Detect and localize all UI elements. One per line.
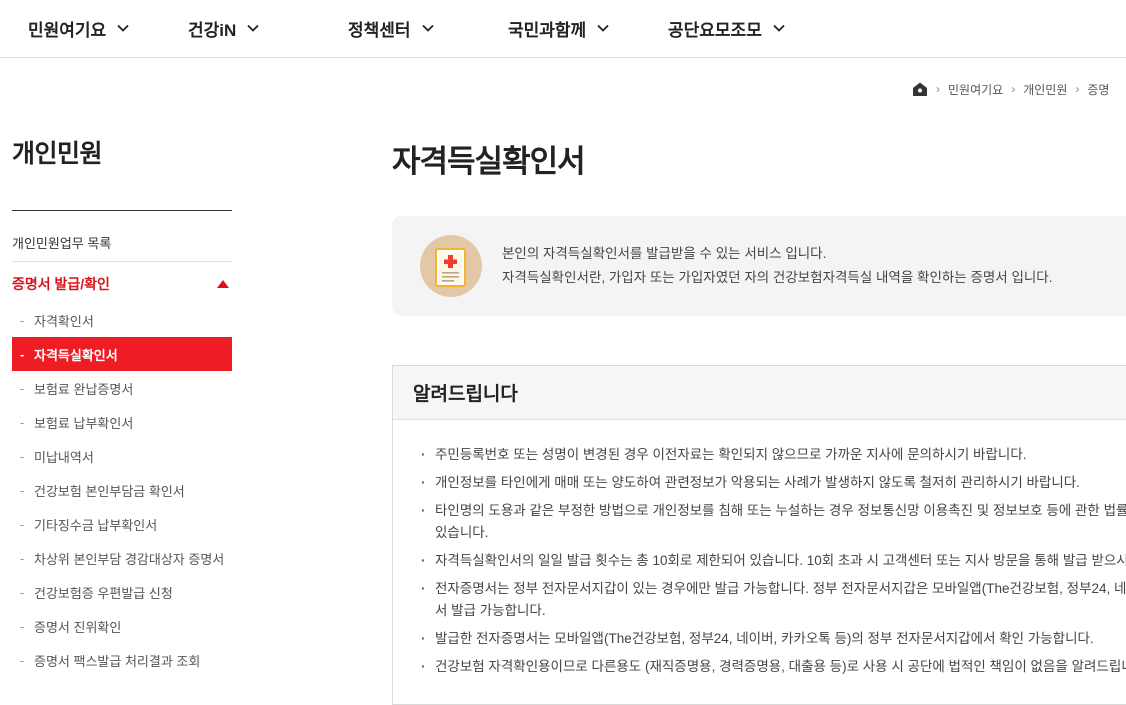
notice-item: 타인명의 도용과 같은 부정한 방법으로 개인정보를 침해 또는 누설하는 경우… — [421, 500, 1126, 522]
notice-item: 주민등록번호 또는 성명이 변경된 경우 이전자료는 확인되지 않으므로 가까운… — [421, 444, 1126, 466]
chevron-down-icon — [117, 24, 129, 32]
notice-item: 건강보험 자격확인용이므로 다른용도 (재직증명용, 경력증명용, 대출용 등)… — [421, 656, 1126, 678]
side-nav-subitem[interactable]: - 기타징수금 납부확인서 — [12, 507, 232, 541]
dash-icon: - — [20, 516, 25, 532]
side-nav-submenu: - 자격확인서 - 자격득실확인서 - 보험료 완납증명서 - 보험료 납부확인서 -미… — [12, 303, 232, 677]
page-title: 자격득실확인서 — [392, 144, 586, 179]
dash-icon: - — [20, 346, 25, 362]
side-nav-subitem-active[interactable]: - 자격득실확인서 — [12, 337, 232, 371]
notice-item-continued: 있습니다. — [435, 525, 489, 540]
side-nav-subitem[interactable]: - 건강보험증 우편발급 신청 — [12, 575, 232, 609]
chevron-right-icon: › — [936, 82, 940, 96]
breadcrumb-item[interactable]: 증명 — [1087, 81, 1109, 98]
intro-text: 본인의 자격득실확인서를 발급받을 수 있는 서비스 입니다. 자격득실확인서란… — [502, 242, 1052, 290]
breadcrumb: › 민원여기요 › 개인민원 › 증명 — [912, 79, 1126, 99]
subitem-label: 기타징수금 납부확인서 — [34, 517, 158, 533]
gnb-item-label: 정책센터 — [348, 20, 411, 40]
gnb-item-with-people[interactable]: 국민과함께 — [508, 0, 610, 56]
dash-icon: - — [20, 448, 25, 464]
notice-list: 주민등록번호 또는 성명이 변경된 경우 이전자료는 확인되지 않으므로 가까운… — [421, 444, 1126, 684]
gnb-item-label: 공단요모조모 — [668, 20, 762, 40]
dash-icon: - — [20, 652, 25, 668]
side-nav-group-certificates[interactable]: 증명서 발급/확인 — [12, 268, 232, 300]
chevron-down-icon — [247, 24, 259, 32]
intro-line: 본인의 자격득실확인서를 발급받을 수 있는 서비스 입니다. — [502, 246, 827, 261]
subitem-label: 차상위 본인부담 경감대상자 증명서 — [34, 551, 225, 567]
side-nav-subitem[interactable]: - 보험료 납부확인서 — [12, 405, 232, 439]
chevron-down-icon — [597, 24, 609, 32]
chevron-right-icon: › — [1075, 82, 1080, 96]
side-nav-subitem[interactable]: - 미납내역서 — [12, 439, 232, 473]
notice-item: 발급한 전자증명서는 모바일앱(The건강보험, 정부24, 네이버, 카카오톡… — [421, 628, 1126, 650]
notice-item: 자격득실확인서의 일일 발급 횟수는 총 10회로 제한되어 있습니다. 10회… — [421, 550, 1126, 572]
notice-title: 알려드립니다 — [393, 366, 1126, 420]
gnb-item-minwon[interactable]: 민원여기요 — [28, 0, 130, 56]
gnb-item-label: 건강iN — [188, 20, 237, 40]
side-nav-subitem[interactable]: - 자격확인서 — [12, 303, 232, 337]
gnb-item-health-in[interactable]: 건강iN — [188, 0, 260, 56]
side-nav-subitem[interactable]: - 건강보험 본인부담금 확인서 — [12, 473, 232, 507]
subitem-label: 보험료 완납증명서 — [34, 381, 134, 397]
breadcrumb-item[interactable]: 개인민원 — [1023, 81, 1067, 98]
notice-box: 알려드립니다 주민등록번호 또는 성명이 변경된 경우 이전자료는 확인되지 않… — [392, 365, 1126, 705]
intro-line: 자격득실확인서란, 가입자 또는 가입자였던 자의 건강보험자격득실 내역을 확… — [502, 270, 1053, 285]
chevron-right-icon: › — [1011, 82, 1016, 96]
subitem-label: 증명서 팩스발급 처리결과 조회 — [34, 653, 201, 669]
divider — [12, 210, 232, 211]
intro-box: 본인의 자격득실확인서를 발급받을 수 있는 서비스 입니다. 자격득실확인서란… — [392, 216, 1126, 316]
gnb-item-label: 민원여기요 — [28, 20, 107, 40]
gnb-item-policy[interactable]: 정책센터 — [348, 0, 435, 56]
breadcrumb-item[interactable]: 민원여기요 — [948, 81, 1003, 98]
subitem-label: 증명서 진위확인 — [34, 619, 122, 635]
subitem-label: 건강보험증 우편발급 신청 — [34, 585, 173, 601]
dash-icon: - — [20, 618, 25, 634]
notice-item: 전자증명서는 정부 전자문서지갑이 있는 경우에만 발급 가능합니다. 정부 전… — [421, 578, 1126, 600]
dash-icon: - — [20, 380, 25, 396]
side-nav-title: 개인민원 — [12, 140, 103, 168]
subitem-label: 보험료 납부확인서 — [34, 415, 134, 431]
chevron-down-icon — [421, 24, 434, 32]
dash-icon: - — [20, 550, 25, 566]
chevron-down-icon — [773, 24, 785, 32]
gnb-item-about[interactable]: 공단요모조모 — [668, 0, 786, 56]
dash-icon: - — [20, 414, 25, 430]
subitem-label: 미납내역서 — [34, 449, 94, 465]
side-nav-subitem[interactable]: - 증명서 진위확인 — [12, 609, 232, 643]
side-nav-subitem[interactable]: - 보험료 완납증명서 — [12, 371, 232, 405]
subitem-label: 건강보험 본인부담금 확인서 — [34, 483, 185, 499]
notice-item: 개인정보를 타인에게 매매 또는 양도하여 관련정보가 악용되는 사례가 발생하… — [421, 472, 1126, 494]
dash-icon: - — [20, 312, 25, 328]
global-nav: 민원여기요 건강iN 정책센터 국민과함께 공단요모조모 — [0, 0, 1126, 58]
home-icon[interactable] — [912, 81, 928, 97]
notice-item-continued: 서 발급 가능합니다. — [435, 603, 546, 618]
side-nav-subitem[interactable]: - 차상위 본인부담 경감대상자 증명서 — [12, 541, 232, 575]
certificate-icon — [420, 235, 482, 297]
subitem-label: 자격확인서 — [34, 313, 94, 329]
dash-icon: - — [20, 482, 25, 498]
side-nav-group-label: 증명서 발급/확인 — [12, 276, 110, 292]
gnb-item-label: 국민과함께 — [508, 20, 587, 40]
side-nav-item-list[interactable]: 개인민원업무 목록 — [12, 224, 232, 262]
side-nav-subitem[interactable]: - 증명서 팩스발급 처리결과 조회 — [12, 643, 232, 677]
dash-icon: - — [20, 584, 25, 600]
triangle-up-icon — [217, 280, 229, 288]
subitem-label: 자격득실확인서 — [34, 347, 118, 363]
